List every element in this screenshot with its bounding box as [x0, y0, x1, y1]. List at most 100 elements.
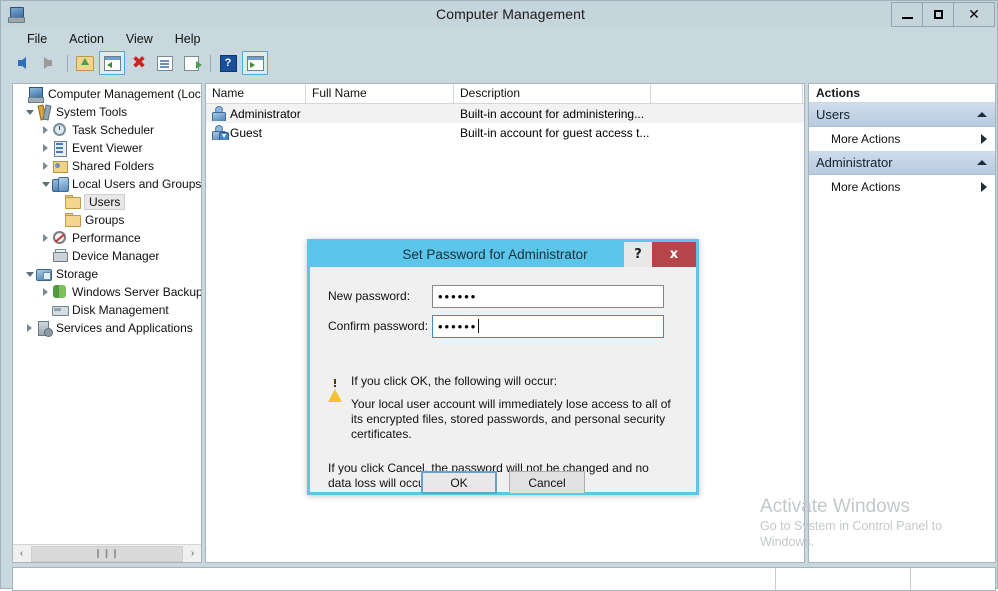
menu-help[interactable]: Help — [164, 30, 212, 48]
tree-item-task-scheduler[interactable]: Task Scheduler — [13, 121, 201, 139]
tree-horizontal-scrollbar[interactable]: ‹ ❙❙❙ › — [13, 544, 201, 562]
caret-right-icon — [981, 134, 987, 144]
show-action-pane-button[interactable] — [242, 51, 268, 75]
tree-item-performance[interactable]: Performance — [13, 229, 201, 247]
actions-group-header-administrator[interactable]: Administrator — [809, 151, 995, 175]
cell-description: Built-in account for administering... — [460, 106, 645, 121]
ok-button[interactable]: OK — [421, 471, 497, 494]
caret-up-icon[interactable] — [977, 160, 987, 165]
properties-button[interactable] — [153, 52, 177, 74]
toolbar-separator-2 — [210, 54, 211, 72]
folder-icon — [65, 212, 81, 228]
tree-item-shared-folders[interactable]: Shared Folders — [13, 157, 201, 175]
action-label: More Actions — [831, 132, 901, 146]
help-button[interactable]: ? — [216, 52, 240, 74]
column-header-full-name[interactable]: Full Name — [306, 84, 454, 103]
forward-button[interactable] — [36, 52, 60, 74]
statusbar-panel-3 — [911, 568, 995, 590]
twisty-open-icon[interactable] — [23, 272, 36, 277]
computer-management-icon — [8, 6, 25, 23]
toolbar-separator — [67, 54, 68, 72]
back-button[interactable] — [10, 52, 34, 74]
backup-icon — [52, 284, 68, 300]
tree-item-computer-management[interactable]: Computer Management (Local — [13, 85, 201, 103]
dialog-close-button[interactable]: x — [652, 242, 696, 267]
actions-group-label: Administrator — [816, 155, 893, 170]
tree-item-event-viewer[interactable]: Event Viewer — [13, 139, 201, 157]
cancel-button[interactable]: Cancel — [509, 471, 585, 494]
column-header-description[interactable]: Description — [454, 84, 651, 103]
twisty-open-icon[interactable] — [23, 110, 36, 115]
window-titlebar: Computer Management ✕ — [1, 1, 997, 27]
twisty-closed-icon[interactable] — [39, 288, 52, 296]
computer-management-window: Computer Management ✕ File Action View H… — [0, 0, 998, 591]
tree-item-disk-management[interactable]: Disk Management — [13, 301, 201, 319]
properties-icon — [157, 55, 173, 71]
close-button[interactable]: ✕ — [953, 2, 995, 27]
twisty-closed-icon[interactable] — [39, 162, 52, 170]
tree-item-label: Device Manager — [72, 249, 160, 263]
up-one-level-icon — [76, 55, 94, 71]
maximize-button[interactable] — [922, 2, 954, 27]
tree-item-system-tools[interactable]: System Tools — [13, 103, 201, 121]
tree-item-label: Shared Folders — [72, 159, 155, 173]
action-more-actions-users[interactable]: More Actions — [809, 127, 995, 151]
tree-item-label: System Tools — [56, 105, 128, 119]
tree-item-windows-server-backup[interactable]: Windows Server Backup — [13, 283, 201, 301]
table-row[interactable]: Guest Built-in account for guest access … — [206, 123, 804, 142]
scrollbar-thumb[interactable]: ❙❙❙ — [31, 545, 183, 562]
confirm-password-row: Confirm password: •••••• — [310, 314, 664, 338]
twisty-closed-icon[interactable] — [23, 324, 36, 332]
cell-name: Guest — [206, 125, 306, 140]
tree-item-label: Users — [84, 194, 126, 210]
twisty-closed-icon[interactable] — [39, 126, 52, 134]
statusbar-panel-1 — [13, 568, 776, 590]
menu-file[interactable]: File — [16, 30, 58, 48]
back-arrow-icon — [18, 57, 26, 69]
window-controls: ✕ — [891, 2, 995, 27]
user-administrator-icon — [212, 106, 227, 121]
cell-name: Administrator — [206, 106, 306, 121]
tree-item-users[interactable]: Users — [13, 193, 201, 211]
action-more-actions-administrator[interactable]: More Actions — [809, 175, 995, 199]
user-guest-icon — [212, 125, 229, 140]
scroll-right-arrow-icon[interactable]: › — [184, 545, 201, 562]
action-label: More Actions — [831, 180, 901, 194]
dialog-client-area: New password: •••••• Confirm password: •… — [310, 267, 696, 494]
confirm-password-input[interactable]: •••••• — [432, 314, 664, 338]
tree-item-services-and-applications[interactable]: Services and Applications — [13, 319, 201, 337]
disk-icon — [52, 302, 69, 318]
caret-up-icon[interactable] — [977, 112, 987, 117]
help-icon: ? — [219, 54, 237, 72]
new-password-input[interactable]: •••••• — [432, 284, 664, 308]
up-one-level-button[interactable] — [73, 52, 97, 74]
dialog-help-button[interactable]: ? — [624, 242, 652, 267]
tree-item-local-users-and-groups[interactable]: Local Users and Groups — [13, 175, 201, 193]
delete-button[interactable]: ✖ — [127, 52, 151, 74]
table-row[interactable]: Administrator Built-in account for admin… — [206, 104, 804, 123]
twisty-closed-icon[interactable] — [39, 234, 52, 242]
export-list-button[interactable] — [179, 52, 203, 74]
tree-item-storage[interactable]: Storage — [13, 265, 201, 283]
actions-group-header-users[interactable]: Users — [809, 103, 995, 127]
users-group-icon — [52, 176, 69, 192]
tree-item-label: Windows Server Backup — [72, 285, 201, 299]
export-list-icon — [183, 55, 202, 71]
event-log-icon — [52, 140, 68, 157]
computer-icon — [28, 86, 44, 103]
menu-action[interactable]: Action — [58, 30, 115, 48]
column-header-spacer[interactable] — [651, 84, 803, 103]
tree-item-label: Disk Management — [72, 303, 169, 317]
show-console-tree-button[interactable] — [99, 51, 125, 75]
close-icon: ✕ — [968, 6, 980, 23]
twisty-closed-icon[interactable] — [39, 144, 52, 152]
minimize-button[interactable] — [891, 2, 923, 27]
delete-icon: ✖ — [131, 52, 147, 73]
column-header-name[interactable]: Name — [206, 84, 306, 103]
warning-triangle-icon — [328, 375, 343, 402]
menu-view[interactable]: View — [115, 30, 164, 48]
twisty-open-icon[interactable] — [39, 182, 52, 187]
tree-item-groups[interactable]: Groups — [13, 211, 201, 229]
scroll-left-arrow-icon[interactable]: ‹ — [13, 545, 30, 562]
tree-item-device-manager[interactable]: Device Manager — [13, 247, 201, 265]
